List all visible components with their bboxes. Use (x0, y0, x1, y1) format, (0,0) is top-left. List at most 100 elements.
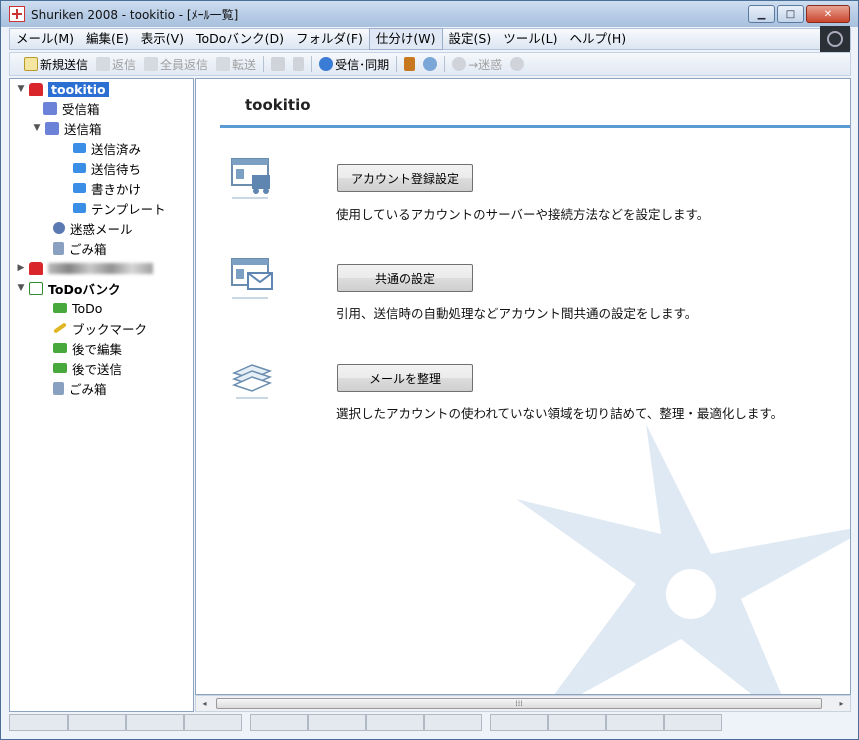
scroll-left-icon[interactable]: ◂ (196, 696, 213, 711)
tree-label: tookitio (48, 81, 109, 97)
print-button[interactable] (267, 54, 289, 74)
outbox-icon (45, 121, 59, 135)
tree-todobank[interactable]: ▼ ToDoバンク (16, 279, 121, 297)
organize-mail-description: 選択したアカウントの使われていない領域を切り詰めて、整理・最適化します。 (336, 406, 784, 421)
delete-button[interactable] (289, 54, 308, 74)
tree-draft[interactable]: 書きかけ (73, 179, 141, 197)
trash-icon (293, 57, 305, 71)
account-settings-button[interactable]: アカウント登録設定 (337, 164, 473, 192)
mark-spam-label: →迷惑 (468, 57, 503, 72)
status-segment (68, 714, 126, 731)
address-book-button[interactable] (400, 54, 419, 74)
account-title: tookitio (245, 96, 311, 114)
title-bar[interactable]: Shuriken 2008 - tookitio - [ﾒｰﾙ一覧] ▁ □ ✕ (1, 1, 858, 27)
scroll-thumb[interactable]: ⁞⁞⁞ (216, 698, 822, 709)
menu-tools[interactable]: ツール(L) (497, 29, 563, 49)
reply-all-button[interactable]: 全員返信 (140, 54, 212, 74)
new-mail-button[interactable]: 新規送信 (20, 54, 92, 74)
tree-outbox[interactable]: ▼ 送信箱 (32, 119, 102, 137)
tree-todo[interactable]: ToDo (53, 299, 102, 317)
status-segment (490, 714, 548, 731)
tree-label: 後で編集 (72, 341, 123, 357)
menu-help[interactable]: ヘルプ(H) (563, 29, 632, 49)
menu-settings[interactable]: 設定(S) (443, 29, 498, 49)
tree-sent[interactable]: 送信済み (73, 139, 141, 157)
tree-bookmark[interactable]: ブックマーク (53, 319, 147, 337)
status-segment (424, 714, 482, 731)
status-segment (9, 714, 68, 731)
new-mail-label: 新規送信 (40, 57, 89, 72)
menu-mail[interactable]: メール(M) (10, 29, 80, 49)
checkbox-icon (29, 281, 43, 295)
status-segment (548, 714, 606, 731)
toolbar-separator (396, 56, 398, 72)
horizontal-scrollbar[interactable]: ◂ ⁞⁞⁞ ▸ (195, 695, 851, 712)
collapse-arrow-icon[interactable]: ▼ (16, 84, 26, 94)
tree-label: 迷惑メール (70, 221, 133, 237)
collapse-arrow-icon[interactable]: ▼ (16, 283, 26, 293)
send-receive-label: 受信･同期 (335, 57, 390, 72)
tree-template[interactable]: テンプレート (73, 199, 166, 217)
tree-trash[interactable]: ごみ箱 (53, 239, 107, 257)
toolbar-separator (311, 56, 313, 72)
account-settings-icon (231, 158, 270, 199)
maximize-button[interactable]: □ (777, 5, 804, 23)
collapse-arrow-icon[interactable]: ▼ (32, 123, 42, 133)
toolbar-separator (444, 56, 446, 72)
tree-inbox[interactable]: 受信箱 (43, 99, 100, 117)
menu-todobank[interactable]: ToDoバンク(D) (190, 29, 290, 49)
mark-spam-button[interactable]: →迷惑 (448, 54, 506, 74)
tree-pending[interactable]: 送信待ち (73, 159, 141, 177)
status-segment (664, 714, 722, 731)
scroll-right-icon[interactable]: ▸ (833, 696, 850, 711)
not-spam-icon (510, 57, 525, 71)
tree-send-later[interactable]: 後で送信 (53, 359, 122, 377)
main-window: Shuriken 2008 - tookitio - [ﾒｰﾙ一覧] ▁ □ ✕… (0, 0, 859, 740)
common-settings-description: 引用、送信時の自動処理などアカウント間共通の設定をします。 (336, 306, 698, 321)
tree-label: ごみ箱 (69, 241, 107, 257)
tree-label: 送信済み (91, 141, 142, 157)
tree-spam[interactable]: 迷惑メール (53, 219, 133, 237)
forward-button[interactable]: 転送 (212, 54, 260, 74)
tree-label: ごみ箱 (69, 381, 107, 397)
organize-mail-button[interactable]: メールを整理 (337, 364, 473, 392)
menu-sort[interactable]: 仕分け(W) (368, 28, 443, 50)
tree-label: 後で送信 (72, 361, 123, 377)
tree-label: 送信箱 (64, 121, 102, 137)
not-spam-button[interactable] (506, 54, 528, 74)
folder-icon (73, 183, 86, 193)
menu-folder[interactable]: フォルダ(F) (290, 29, 369, 49)
menu-bar: メール(M) 編集(E) 表示(V) ToDoバンク(D) フォルダ(F) 仕分… (9, 26, 851, 52)
send-receive-button[interactable]: 受信･同期 (315, 54, 393, 74)
tree-todo-trash[interactable]: ごみ箱 (53, 379, 107, 397)
trash-icon (53, 381, 64, 395)
reply-button[interactable]: 返信 (92, 54, 140, 74)
spam-icon (452, 57, 467, 71)
organize-mail-icon (231, 364, 273, 399)
app-icon (9, 6, 25, 22)
common-settings-icon (231, 258, 273, 299)
todo-icon (53, 363, 67, 373)
mailbox-icon (29, 261, 43, 275)
title-underline (220, 125, 850, 128)
pencil-icon (53, 322, 67, 334)
folder-icon (73, 143, 86, 153)
tree-edit-later[interactable]: 後で編集 (53, 339, 122, 357)
minimize-button[interactable]: ▁ (748, 5, 775, 23)
common-settings-button[interactable]: 共通の設定 (337, 264, 473, 292)
close-button[interactable]: ✕ (806, 5, 850, 23)
window-title: Shuriken 2008 - tookitio - [ﾒｰﾙ一覧] (31, 7, 239, 22)
folder-icon (73, 203, 86, 213)
menu-view[interactable]: 表示(V) (135, 29, 190, 49)
tree-account-blurred[interactable]: ▶ (16, 259, 153, 277)
tree-account-tookitio[interactable]: ▼ tookitio (16, 80, 109, 98)
menu-edit[interactable]: 編集(E) (80, 29, 135, 49)
folder-tree: ▼ tookitio 受信箱 ▼ 送信箱 送信済み 送信待ち 書きかけ テンプレ… (9, 78, 194, 712)
forward-label: 転送 (232, 57, 257, 72)
search-button[interactable] (419, 54, 441, 74)
expand-arrow-icon[interactable]: ▶ (16, 263, 26, 273)
tree-label: ToDoバンク (48, 281, 121, 297)
tree-label: 送信待ち (91, 161, 142, 177)
window-controls: ▁ □ ✕ (748, 5, 850, 23)
status-segment (308, 714, 366, 731)
